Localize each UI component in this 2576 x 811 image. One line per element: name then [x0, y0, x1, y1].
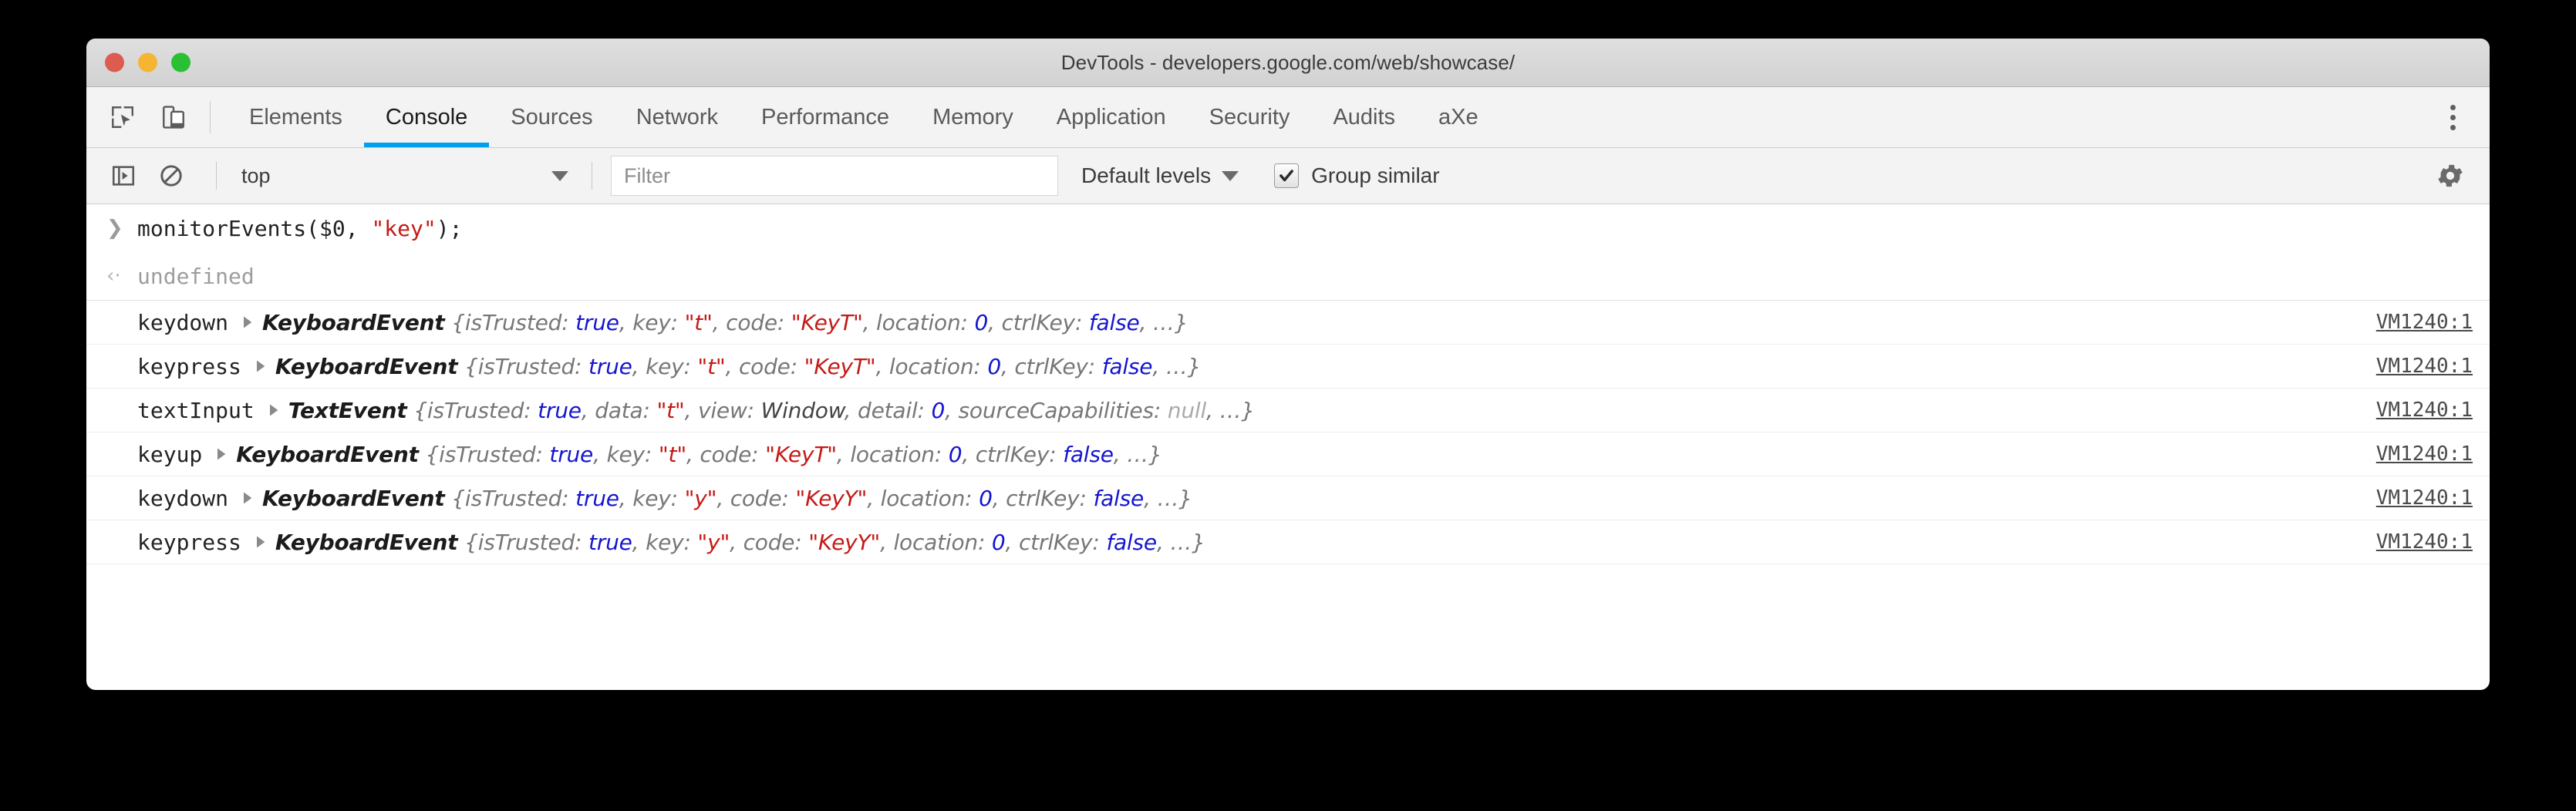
- event-constructor-name: KeyboardEvent: [275, 530, 458, 555]
- console-sidebar-toggle-icon[interactable]: [106, 159, 140, 193]
- window-title: DevTools - developers.google.com/web/sho…: [86, 51, 2490, 75]
- event-constructor-name: KeyboardEvent: [236, 442, 419, 467]
- event-object-preview: {isTrusted: true, key: "t", code: "KeyT"…: [445, 310, 1189, 335]
- event-constructor-name: TextEvent: [288, 398, 407, 423]
- console-event-row[interactable]: keyup KeyboardEvent {isTrusted: true, key…: [86, 432, 2490, 476]
- console-output: ❯ monitorEvents($0, "key"); ‹· undefined…: [86, 204, 2490, 581]
- disclosure-triangle-icon[interactable]: [254, 358, 268, 374]
- console-input-line[interactable]: ❯ monitorEvents($0, "key");: [86, 204, 2490, 252]
- console-event-row[interactable]: keypress KeyboardEvent {isTrusted: true, …: [86, 344, 2490, 388]
- console-event-row[interactable]: textInput TextEvent {isTrusted: true, dat…: [86, 388, 2490, 432]
- window-titlebar: DevTools - developers.google.com/web/sho…: [86, 39, 2490, 87]
- devtools-tabbar: Elements Console Sources Network Perform…: [86, 87, 2490, 148]
- window-controls: [105, 53, 191, 72]
- source-location-link[interactable]: VM1240:1: [2376, 486, 2473, 510]
- disclosure-triangle-icon[interactable]: [241, 490, 255, 506]
- disclosure-triangle-icon[interactable]: [254, 534, 268, 550]
- source-location-link[interactable]: VM1240:1: [2376, 311, 2473, 334]
- tab-axe[interactable]: aXe: [1417, 87, 1500, 147]
- event-object-preview: {isTrusted: true, key: "y", code: "KeyY"…: [445, 486, 1192, 511]
- source-location-link[interactable]: VM1240:1: [2376, 530, 2473, 554]
- event-constructor-name: KeyboardEvent: [262, 486, 445, 511]
- log-levels-select[interactable]: Default levels: [1081, 163, 1248, 188]
- event-constructor-name: KeyboardEvent: [262, 310, 445, 335]
- tab-security[interactable]: Security: [1188, 87, 1312, 147]
- kebab-menu-icon[interactable]: [2436, 100, 2470, 134]
- gear-icon[interactable]: [2433, 158, 2468, 193]
- source-location-link[interactable]: VM1240:1: [2376, 355, 2473, 378]
- disclosure-triangle-icon[interactable]: [267, 402, 281, 418]
- console-event-row[interactable]: keydown KeyboardEvent {isTrusted: true, k…: [86, 300, 2490, 344]
- console-list-end-divider: [86, 564, 2490, 581]
- execution-context-select[interactable]: top: [231, 164, 578, 188]
- disclosure-triangle-icon[interactable]: [214, 446, 228, 462]
- close-window-button[interactable]: [105, 53, 124, 72]
- tab-elements[interactable]: Elements: [228, 87, 364, 147]
- chevron-down-icon: [551, 171, 568, 181]
- event-type-label: keyup: [137, 442, 202, 467]
- filter-input[interactable]: [622, 163, 1047, 189]
- tab-performance[interactable]: Performance: [740, 87, 911, 147]
- console-event-message: keypress KeyboardEvent {isTrusted: true, …: [137, 354, 2358, 379]
- prompt-arrow-icon: ❯: [106, 217, 137, 240]
- console-event-list: keydown KeyboardEvent {isTrusted: true, k…: [86, 300, 2490, 581]
- console-toolbar-divider-1: [216, 162, 217, 190]
- clear-console-icon[interactable]: [154, 159, 188, 193]
- tab-console[interactable]: Console: [364, 87, 489, 147]
- event-type-label: keydown: [137, 310, 228, 335]
- console-result-line: ‹· undefined: [86, 252, 2490, 300]
- event-object-preview: {isTrusted: true, data: "t", view: Windo…: [407, 398, 1255, 423]
- console-event-message: keypress KeyboardEvent {isTrusted: true, …: [137, 530, 2358, 555]
- disclosure-triangle-icon[interactable]: [241, 315, 255, 330]
- tab-audits[interactable]: Audits: [1311, 87, 1417, 147]
- console-event-message: textInput TextEvent {isTrusted: true, dat…: [137, 398, 2358, 423]
- group-similar-checkbox[interactable]: [1274, 163, 1299, 188]
- console-event-message: keyup KeyboardEvent {isTrusted: true, key…: [137, 442, 2358, 467]
- console-event-message: keydown KeyboardEvent {isTrusted: true, k…: [137, 486, 2358, 511]
- group-similar-label: Group similar: [1311, 163, 1439, 188]
- event-object-preview: {isTrusted: true, key: "t", code: "KeyT"…: [457, 354, 1201, 379]
- source-location-link[interactable]: VM1240:1: [2376, 399, 2473, 422]
- panel-tabs: Elements Console Sources Network Perform…: [228, 87, 2395, 147]
- event-type-label: keydown: [137, 486, 228, 511]
- console-event-row[interactable]: keypress KeyboardEvent {isTrusted: true, …: [86, 520, 2490, 564]
- console-event-row[interactable]: keydown KeyboardEvent {isTrusted: true, k…: [86, 476, 2490, 520]
- console-result-value: undefined: [137, 264, 255, 289]
- group-similar-toggle[interactable]: Group similar: [1274, 163, 1439, 188]
- source-location-link[interactable]: VM1240:1: [2376, 443, 2473, 466]
- tabbar-tools: [86, 87, 190, 147]
- event-type-label: keypress: [137, 530, 241, 555]
- event-object-preview: {isTrusted: true, key: "y", code: "KeyY"…: [457, 530, 1205, 555]
- console-event-message: keydown KeyboardEvent {isTrusted: true, k…: [137, 310, 2358, 335]
- console-input-code: monitorEvents($0, "key");: [137, 216, 462, 241]
- tab-network[interactable]: Network: [615, 87, 740, 147]
- chevron-down-icon: [1222, 171, 1239, 181]
- event-constructor-name: KeyboardEvent: [275, 354, 458, 379]
- log-levels-value: Default levels: [1081, 163, 1211, 188]
- console-toolbar: top Default levels Group similar: [86, 148, 2490, 204]
- tab-sources[interactable]: Sources: [489, 87, 614, 147]
- inspect-element-icon[interactable]: [106, 101, 139, 133]
- event-type-label: keypress: [137, 354, 241, 379]
- maximize-window-button[interactable]: [171, 53, 191, 72]
- result-arrow-icon: ‹·: [106, 264, 137, 288]
- tab-application[interactable]: Application: [1035, 87, 1188, 147]
- tab-memory[interactable]: Memory: [911, 87, 1035, 147]
- device-toolbar-icon[interactable]: [157, 101, 190, 133]
- devtools-window: DevTools - developers.google.com/web/sho…: [86, 39, 2490, 690]
- tabbar-right: [2395, 87, 2490, 147]
- tabbar-divider: [210, 101, 211, 133]
- event-object-preview: {isTrusted: true, key: "t", code: "KeyT"…: [419, 442, 1162, 467]
- minimize-window-button[interactable]: [138, 53, 157, 72]
- filter-input-wrapper[interactable]: [611, 156, 1058, 196]
- event-type-label: textInput: [137, 398, 255, 423]
- execution-context-value: top: [231, 164, 551, 188]
